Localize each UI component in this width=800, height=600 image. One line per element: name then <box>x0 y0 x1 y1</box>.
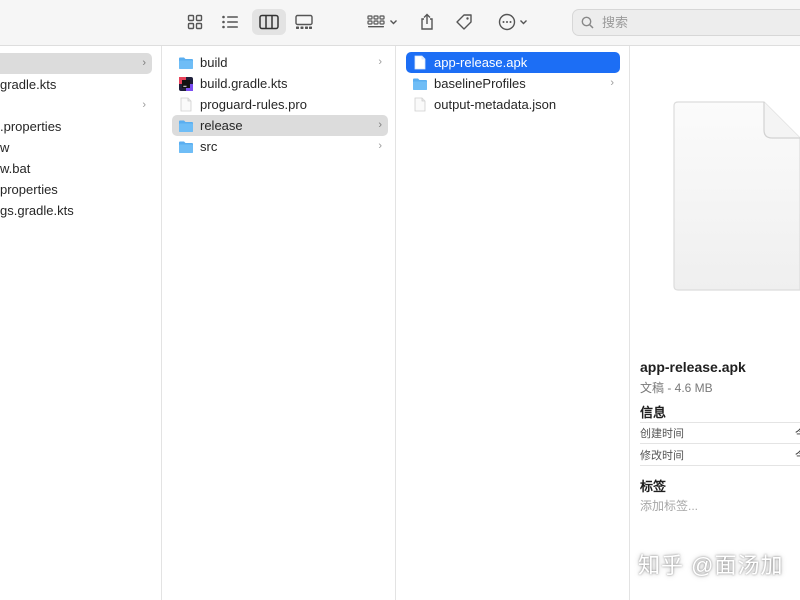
list-item[interactable]: release › <box>172 115 388 136</box>
column-release: app-release.apk baselineProfiles › outpu… <box>396 46 630 600</box>
chevron-right-icon: › <box>142 99 146 111</box>
file-icon <box>412 97 428 113</box>
chevron-right-icon: › <box>378 119 382 131</box>
divider <box>640 422 800 423</box>
column-view-button[interactable] <box>252 9 286 35</box>
list-item[interactable]: proguard-rules.pro <box>172 94 388 115</box>
list-item[interactable]: app-release.apk <box>406 52 620 73</box>
modified-label: 修改时间 <box>640 450 684 462</box>
list-item[interactable]: build › <box>172 52 388 73</box>
list-item-label: gradle.kts <box>0 77 57 92</box>
created-value: 今 <box>795 425 800 441</box>
grid-icon <box>187 14 203 30</box>
list-item[interactable]: gs.gradle.kts <box>0 200 152 221</box>
divider <box>640 465 800 466</box>
divider <box>640 443 800 444</box>
gallery-icon <box>295 14 313 29</box>
list-item-label: src <box>200 139 218 154</box>
list-item[interactable]: properties <box>0 179 152 200</box>
file-icon <box>412 55 428 71</box>
created-label: 创建时间 <box>640 428 684 440</box>
ellipsis-circle-icon <box>498 13 516 31</box>
list-item[interactable]: w <box>0 137 152 158</box>
add-tag-field[interactable]: 添加标签... <box>640 497 698 514</box>
tag-icon <box>456 14 472 30</box>
columns-icon <box>259 14 279 30</box>
group-grid-icon <box>367 15 385 28</box>
column-app: build › build.gradle.kts proguard-rules.… <box>162 46 396 600</box>
list-item-label: properties <box>0 182 58 197</box>
more-actions-button[interactable] <box>494 9 532 35</box>
column-project: › gradle.kts › .properties w w.bat prope… <box>0 46 162 600</box>
chevron-down-icon <box>520 20 527 25</box>
folder-icon <box>178 55 194 71</box>
folder-icon <box>178 139 194 155</box>
search-icon <box>581 16 594 29</box>
list-item-label: .properties <box>0 119 62 134</box>
list-item[interactable]: src › <box>172 136 388 157</box>
list-item[interactable]: › <box>0 95 152 116</box>
search-field[interactable] <box>572 9 800 36</box>
preview-file-meta: 文稿 - 4.6 MB <box>640 381 713 395</box>
list-item-label: gs.gradle.kts <box>0 203 74 218</box>
list-item-label: w.bat <box>0 161 31 176</box>
list-item-label: release <box>200 118 243 133</box>
file-icon <box>178 97 194 113</box>
list-item[interactable]: .properties <box>0 116 152 137</box>
folder-icon <box>412 76 428 92</box>
watermark: 知乎 @面汤加 <box>638 553 784 578</box>
share-button[interactable] <box>414 9 440 35</box>
list-item[interactable]: › <box>0 53 152 74</box>
chevron-down-icon <box>390 20 397 25</box>
list-item[interactable]: build.gradle.kts <box>172 73 388 94</box>
gallery-view-button[interactable] <box>290 9 318 35</box>
folder-icon <box>178 118 194 134</box>
list-item[interactable]: w.bat <box>0 158 152 179</box>
list-item-label: build <box>200 55 228 70</box>
list-view-button[interactable] <box>216 9 244 35</box>
list-item-label: build.gradle.kts <box>200 76 288 91</box>
share-icon <box>421 13 433 30</box>
list-item[interactable]: output-metadata.json <box>406 94 620 115</box>
list-item-label: proguard-rules.pro <box>200 97 307 112</box>
toolbar <box>0 0 800 46</box>
list-icon <box>222 15 238 29</box>
tags-heading: 标签 <box>640 479 667 494</box>
group-by-button[interactable] <box>362 9 402 35</box>
preview-file-name: app-release.apk <box>640 359 746 375</box>
list-item[interactable]: baselineProfiles › <box>406 73 620 94</box>
list-item[interactable]: gradle.kts <box>0 74 152 95</box>
chevron-right-icon: › <box>378 140 382 152</box>
chevron-right-icon: › <box>378 56 382 68</box>
kotlin-file-icon <box>178 76 194 92</box>
modified-value: 今 <box>795 447 800 463</box>
list-item-label: app-release.apk <box>434 55 528 70</box>
list-item-label: baselineProfiles <box>434 76 526 91</box>
search-input[interactable] <box>600 14 784 31</box>
icon-view-button[interactable] <box>182 9 208 35</box>
list-item-label: output-metadata.json <box>434 97 557 112</box>
chevron-right-icon: › <box>142 57 146 69</box>
preview-pane: app-release.apk 文稿 - 4.6 MB 信息 创建时间 今 修改… <box>630 46 800 600</box>
list-item-label: w <box>0 140 10 155</box>
tags-button[interactable] <box>450 9 478 35</box>
info-heading: 信息 <box>640 405 667 420</box>
chevron-right-icon: › <box>610 77 614 89</box>
document-preview-icon <box>673 101 800 291</box>
